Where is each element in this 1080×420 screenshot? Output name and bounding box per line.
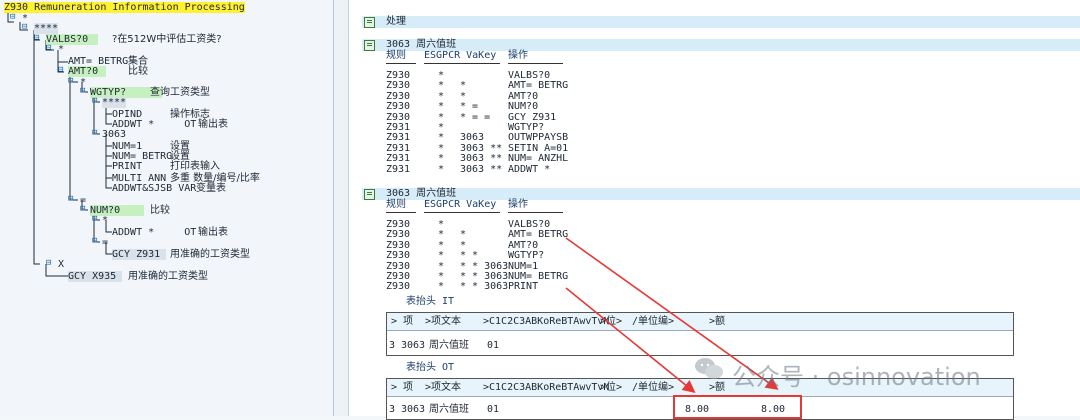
annotation-arrows [565,237,779,394]
arrow-num [565,287,696,394]
wechat-logo-icon [695,358,723,379]
watermark-text: 公众号 · osinnovation [732,363,981,391]
